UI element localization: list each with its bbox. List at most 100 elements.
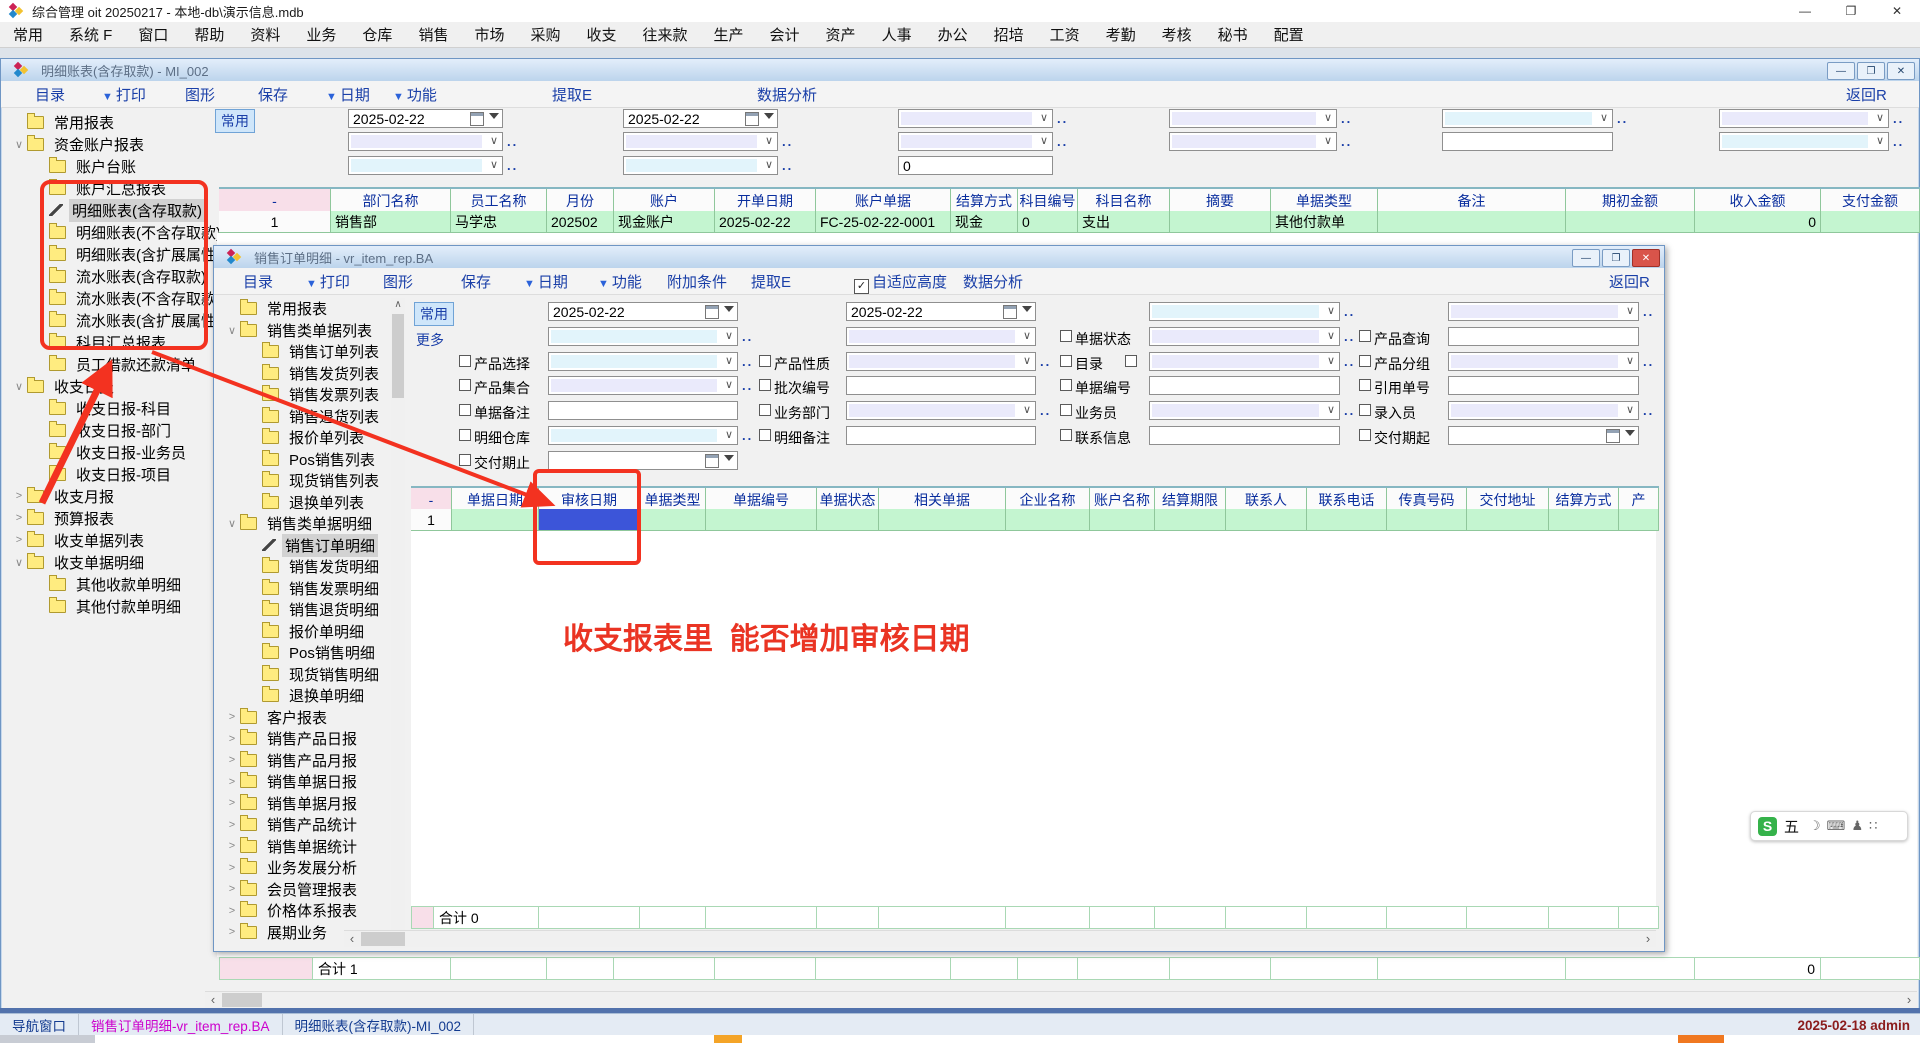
win2-row1-cell-7[interactable]	[1006, 509, 1090, 531]
menu-item-5[interactable]: 业务	[293, 24, 349, 45]
win2-toolbar-button-4[interactable]: ▼日期	[524, 271, 568, 292]
chevron-down-icon[interactable]: ∨	[1626, 403, 1634, 416]
menu-item-3[interactable]: 帮助	[181, 24, 237, 45]
win2-toolbar-button-7[interactable]: 提取E	[751, 271, 791, 292]
win2-toolbar-button-2[interactable]: 图形	[383, 271, 413, 292]
win1-filter-1-field[interactable]: 2025-02-22	[623, 109, 778, 128]
ellipsis-button[interactable]: ..	[1341, 134, 1352, 149]
statusbar-item-2[interactable]: 明细账表(含存取款)-MI_002	[283, 1014, 475, 1036]
win2-row1-cell-13[interactable]	[1467, 509, 1549, 531]
ellipsis-button[interactable]: ..	[1341, 111, 1352, 126]
win2-filter-10-checkbox[interactable]	[1060, 355, 1072, 367]
dropdown-arrow-icon[interactable]	[724, 306, 734, 317]
win1-minimize-icon[interactable]: —	[1827, 62, 1855, 80]
chevron-right-icon[interactable]: >	[224, 840, 240, 852]
win1-filter-10-field[interactable]	[1442, 132, 1613, 151]
menu-item-9[interactable]: 采购	[517, 24, 573, 45]
win2-filter-0-field[interactable]: 2025-02-22	[548, 302, 738, 321]
win2-return-button[interactable]: 返回R	[1609, 271, 1650, 292]
close-icon[interactable]: ✕	[1874, 0, 1920, 22]
menu-item-20[interactable]: 考核	[1149, 24, 1205, 45]
menu-item-1[interactable]: 系统 F	[56, 24, 125, 45]
win1-tree-item-2[interactable]: 账户台账	[7, 155, 213, 177]
win1-tree-item-11[interactable]: 员工借款还款清单	[7, 353, 213, 375]
moon-icon[interactable]: ☽	[1809, 818, 1821, 833]
win2-filter-17-field[interactable]: ∨	[846, 401, 1036, 420]
win1-return-button[interactable]: 返回R	[1846, 84, 1887, 105]
win1-tree-item-13[interactable]: 收支日报-科目	[7, 397, 213, 419]
dropdown-arrow-icon[interactable]	[1625, 430, 1635, 441]
chevron-down-icon[interactable]: ∨	[765, 158, 773, 171]
chevron-right-icon[interactable]: >	[11, 534, 27, 546]
win2-filter-22-field[interactable]	[1149, 426, 1340, 445]
win1-header-col-0[interactable]: -	[219, 189, 331, 213]
ellipsis-button[interactable]: ..	[742, 378, 753, 393]
chevron-down-icon[interactable]: ∨	[490, 134, 498, 147]
win1-tree-item-1[interactable]: ∨资金账户报表	[7, 133, 213, 155]
win1-restore-icon[interactable]: ❐	[1857, 62, 1885, 80]
win2-tree-item-22[interactable]: >销售单据日报	[220, 771, 390, 793]
win2-row1-cell-14[interactable]	[1549, 509, 1619, 531]
chevron-down-icon[interactable]: ∨	[725, 428, 733, 441]
win2-filter-6-checkbox[interactable]	[1060, 330, 1072, 342]
ellipsis-button[interactable]: ..	[742, 428, 753, 443]
win2-filter-11-field[interactable]: ∨	[1448, 352, 1639, 371]
win1-tree-item-7[interactable]: 流水账表(含存取款)	[7, 265, 213, 287]
win2-filter-20-checkbox[interactable]	[459, 429, 471, 441]
win1-toolbar-button-5[interactable]: ▼功能	[393, 84, 437, 105]
ellipsis-button[interactable]: ..	[1040, 354, 1051, 369]
chevron-down-icon[interactable]: ∨	[11, 138, 27, 151]
win2-filter-18-field[interactable]: ∨	[1149, 401, 1340, 420]
win1-header-col-2[interactable]: 员工名称	[451, 189, 547, 213]
win1-tree-item-6[interactable]: 明细账表(含扩展属性)	[7, 243, 213, 265]
win2-filter-6-field[interactable]: ∨	[1149, 327, 1340, 346]
win1-filter-5-field[interactable]: ∨	[1719, 109, 1889, 128]
win2-toolbar-button-0[interactable]: 目录	[243, 271, 273, 292]
win2-tree-item-3[interactable]: 销售发货列表	[220, 363, 390, 385]
win2-filter-24-field[interactable]	[548, 451, 738, 470]
dropdown-arrow-icon[interactable]	[489, 113, 499, 124]
win1-close-icon[interactable]: ✕	[1887, 62, 1915, 80]
win1-tree-item-9[interactable]: 流水账表(含扩展属性)	[7, 309, 213, 331]
win2-toolbar-button-3[interactable]: 保存	[461, 271, 491, 292]
win2-row1-cell-9[interactable]	[1155, 509, 1226, 531]
ellipsis-button[interactable]: ..	[1643, 403, 1654, 418]
win2-filter-18-checkbox[interactable]	[1060, 404, 1072, 416]
win2-row1-cell-5[interactable]	[817, 509, 879, 531]
calendar-icon[interactable]	[470, 112, 484, 126]
calendar-icon[interactable]	[1003, 305, 1017, 319]
win1-row1-cell-6[interactable]: FC-25-02-22-0001	[816, 211, 951, 233]
ellipsis-button[interactable]: ..	[1344, 354, 1355, 369]
win1-filter-3-field[interactable]: ∨	[1169, 109, 1337, 128]
win2-row1-cell-8[interactable]	[1090, 509, 1155, 531]
win2-close-icon[interactable]: ✕	[1632, 249, 1660, 267]
calendar-icon[interactable]	[705, 305, 719, 319]
win2-tree-item-18[interactable]: 退换单明细	[220, 685, 390, 707]
chevron-right-icon[interactable]: >	[11, 490, 27, 502]
win1-filter-2-field[interactable]: ∨	[898, 109, 1053, 128]
ime-mode-label[interactable]: 五	[1784, 816, 1799, 837]
win2-filter-8-field[interactable]: ∨	[548, 352, 738, 371]
win1-tree-item-4[interactable]: 明细账表(含存取款)	[7, 199, 213, 221]
win1-tree-item-21[interactable]: 其他收款单明细	[7, 573, 213, 595]
win2-filter-19-checkbox[interactable]	[1359, 404, 1371, 416]
win1-tree-item-0[interactable]: 常用报表	[7, 111, 213, 133]
ellipsis-button[interactable]: ..	[782, 134, 793, 149]
win2-filter-15-checkbox[interactable]	[1359, 379, 1371, 391]
win1-tree-item-19[interactable]: >收支单据列表	[7, 529, 213, 551]
menu-item-6[interactable]: 仓库	[349, 24, 405, 45]
ellipsis-button[interactable]: ..	[1040, 403, 1051, 418]
win2-filter-7-field[interactable]	[1448, 327, 1639, 346]
win2-row1-cell-10[interactable]	[1226, 509, 1307, 531]
win2-filter-9-field[interactable]: ∨	[846, 352, 1036, 371]
chevron-down-icon[interactable]: ∨	[1327, 329, 1335, 342]
win2-restore-icon[interactable]: ❐	[1602, 249, 1630, 267]
win1-row1-cell-5[interactable]: 2025-02-22	[715, 211, 816, 233]
ellipsis-button[interactable]: ..	[1617, 111, 1628, 126]
win2-filter-7-checkbox[interactable]	[1359, 330, 1371, 342]
maximize-icon[interactable]: ❐	[1828, 0, 1874, 22]
statusbar-item-0[interactable]: 导航窗口	[0, 1014, 79, 1036]
win1-tree-item-22[interactable]: 其他付款单明细	[7, 595, 213, 617]
win1-scroll-thumb[interactable]	[222, 993, 262, 1007]
win2-tree-item-23[interactable]: >销售单据月报	[220, 793, 390, 815]
